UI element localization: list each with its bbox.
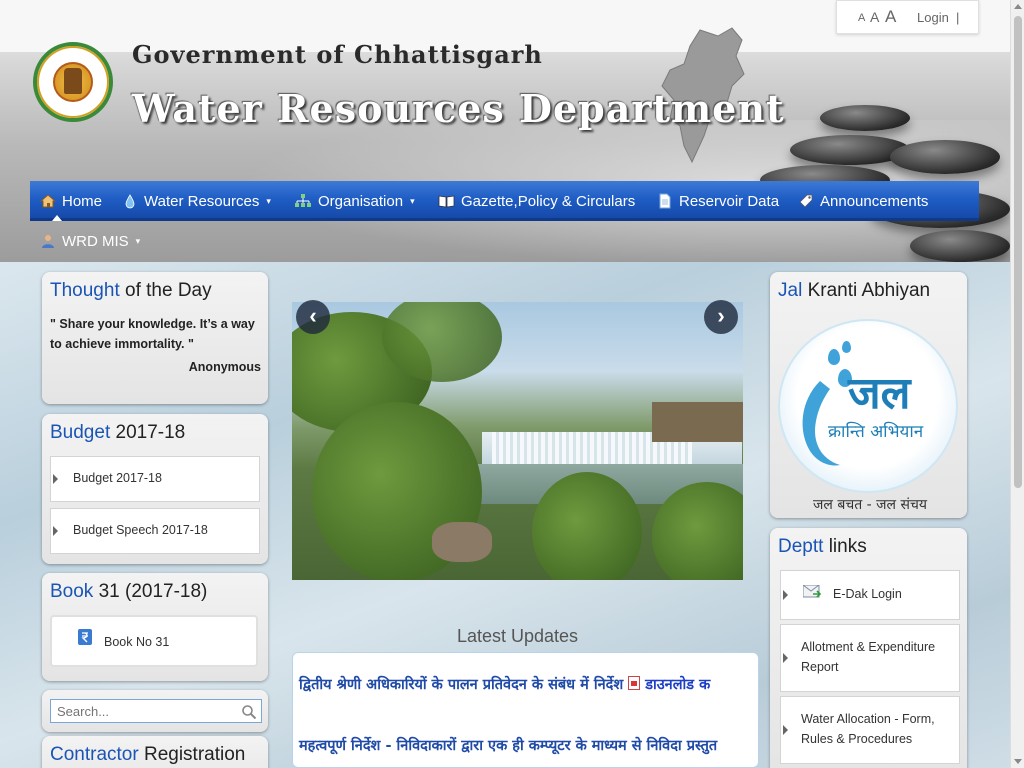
- arrow-right-icon: [53, 474, 58, 484]
- e-dak-mail-icon: [803, 585, 821, 598]
- book-panel-title: Book 31 (2017-18): [50, 581, 208, 602]
- jal-logo-subtitle: क्रान्ति अभियान: [828, 422, 924, 442]
- jal-kranti-title: Jal Kranti Abhiyan: [778, 280, 931, 301]
- pdf-icon: [628, 676, 641, 690]
- main-nav-row-2: WRD MIS ▾: [30, 221, 979, 261]
- book-icon: [438, 195, 455, 208]
- nav-announcements[interactable]: Announcements: [798, 181, 928, 221]
- nav-water-resources[interactable]: Water Resources ▾: [122, 181, 271, 221]
- login-link[interactable]: Login: [917, 10, 949, 25]
- water-allocation-link[interactable]: Water Allocation - Form, Rules & Procedu…: [780, 696, 960, 764]
- chevron-down-icon: ▾: [266, 195, 271, 206]
- thought-panel-title: Thought of the Day: [50, 280, 212, 301]
- water-drop-icon: [125, 194, 135, 209]
- jal-kranti-panel: Jal Kranti Abhiyan जल क्रान्ति अभियान जल…: [770, 272, 967, 518]
- font-size-medium-button[interactable]: A: [870, 9, 879, 25]
- chevron-down-icon: ▾: [410, 195, 415, 206]
- arrow-right-icon: [783, 725, 788, 735]
- nav-gazette-policy-circulars[interactable]: Gazette,Policy & Circulars: [438, 181, 635, 221]
- nav-home[interactable]: Home: [40, 181, 102, 221]
- arrow-right-icon: [783, 653, 788, 663]
- scroll-down-icon[interactable]: [1014, 759, 1022, 764]
- government-title: Government of Chhattisgarh: [132, 40, 543, 69]
- nav-announcements-label: Announcements: [820, 192, 929, 210]
- arrow-right-icon: [53, 526, 58, 536]
- thought-of-the-day-panel: Thought of the Day " Share your knowledg…: [42, 272, 268, 404]
- vertical-scrollbar[interactable]: [1010, 0, 1024, 768]
- tag-icon: [799, 194, 813, 208]
- nav-gazette-label: Gazette,Policy & Circulars: [461, 192, 636, 210]
- link-label: Book No 31: [104, 635, 170, 649]
- latest-updates-title: Latest Updates: [456, 626, 579, 646]
- search-box: [50, 699, 262, 723]
- latest-updates-box: द्वितीय श्रेणी अधिकारियों के पालन प्रतिव…: [292, 652, 759, 768]
- user-icon: [42, 235, 54, 248]
- link-label: E-Dak Login: [833, 587, 902, 601]
- e-dak-login-link[interactable]: E-Dak Login: [780, 570, 960, 620]
- allotment-expenditure-report-link[interactable]: Allotment & Expenditure Report: [780, 624, 960, 692]
- jal-logo-text: जल: [848, 368, 911, 419]
- state-emblem-logo[interactable]: [33, 42, 113, 122]
- budget-2017-18-link[interactable]: Budget 2017-18: [50, 456, 260, 502]
- jal-kranti-tagline: जल बचत - जल संचय: [813, 497, 927, 513]
- latest-update-item[interactable]: महत्वपूर्ण निर्देश - निविदाकारों द्वारा …: [299, 735, 717, 755]
- thought-quote: " Share your knowledge. It’s a way to ac…: [50, 317, 255, 351]
- book-panel: Book 31 (2017-18) Book No 31: [42, 573, 268, 681]
- image-slider: [292, 302, 743, 580]
- contractor-panel-title: Contractor Registration: [50, 744, 246, 765]
- link-label: Budget Speech 2017-18: [73, 523, 208, 537]
- budget-panel: Budget 2017-18 Budget 2017-18 Budget Spe…: [42, 414, 268, 564]
- nav-wrd-mis[interactable]: WRD MIS ▾: [40, 221, 140, 261]
- thought-author: Anonymous: [188, 360, 261, 374]
- slider-next-button[interactable]: ›: [704, 300, 738, 334]
- link-label: Budget 2017-18: [73, 471, 162, 485]
- nav-reservoir-data-label: Reservoir Data: [679, 192, 780, 210]
- search-panel: [42, 690, 268, 732]
- download-link[interactable]: डाउनलोड क: [645, 677, 710, 693]
- font-size-small-button[interactable]: A: [858, 12, 865, 24]
- slider-prev-button[interactable]: ‹: [296, 300, 330, 334]
- nav-organisation[interactable]: Organisation ▾: [294, 181, 415, 221]
- font-size-large-button[interactable]: A: [885, 7, 896, 27]
- scroll-up-icon[interactable]: [1014, 4, 1022, 9]
- link-label: Water Allocation - Form, Rules & Procedu…: [801, 712, 935, 746]
- latest-update-item[interactable]: द्वितीय श्रेणी अधिकारियों के पालन प्रतिव…: [299, 674, 710, 694]
- link-label: Allotment & Expenditure Report: [801, 640, 936, 674]
- department-title[interactable]: Water Resources Department: [132, 86, 785, 131]
- home-icon: [40, 194, 56, 208]
- main-nav: Home Water Resources ▾ Organisation ▾ Ga…: [30, 181, 979, 221]
- nav-organisation-label: Organisation: [318, 192, 404, 210]
- rupee-book-icon: [78, 629, 92, 645]
- org-chart-icon: [295, 194, 311, 207]
- search-input[interactable]: [51, 700, 231, 722]
- document-icon: [659, 193, 671, 209]
- jal-kranti-logo[interactable]: जल क्रान्ति अभियान: [778, 319, 958, 493]
- budget-panel-title: Budget 2017-18: [50, 422, 186, 443]
- nav-water-resources-label: Water Resources: [144, 192, 260, 210]
- book-no-31-link[interactable]: Book No 31: [50, 615, 258, 667]
- search-icon[interactable]: [241, 704, 257, 720]
- deptt-links-panel: Deptt links E-Dak Login Allotment & Expe…: [770, 528, 967, 768]
- arrow-right-icon: [783, 590, 788, 600]
- nav-home-label: Home: [62, 192, 103, 210]
- scrollbar-thumb[interactable]: [1014, 16, 1022, 488]
- nav-reservoir-data[interactable]: Reservoir Data: [657, 181, 779, 221]
- utility-separator: |: [956, 10, 960, 25]
- utility-bar: A A A Login |: [836, 0, 979, 34]
- chevron-down-icon: ▾: [135, 235, 141, 246]
- budget-speech-link[interactable]: Budget Speech 2017-18: [50, 508, 260, 554]
- contractor-registration-panel: Contractor Registration: [42, 736, 268, 768]
- nav-wrd-mis-label: WRD MIS: [62, 232, 129, 250]
- deptt-links-title: Deptt links: [778, 536, 867, 557]
